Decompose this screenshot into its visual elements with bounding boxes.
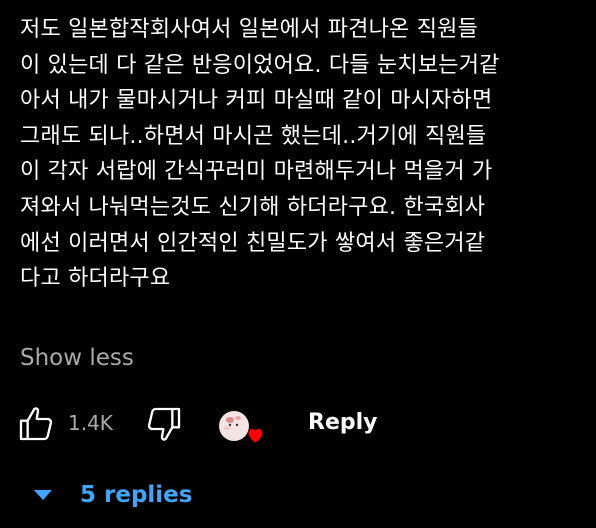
creator-heart-icon bbox=[219, 411, 263, 443]
thumbs-up-icon bbox=[19, 407, 53, 441]
show-less-button[interactable]: Show less bbox=[20, 340, 134, 376]
comment-text: 저도 일본합작회사여서 일본에서 파견나온 직원들 이 있는데 다 같은 반응이… bbox=[20, 17, 500, 292]
reply-button[interactable]: Reply bbox=[308, 406, 378, 440]
like-button[interactable] bbox=[16, 404, 56, 444]
replies-count-label: 5 replies bbox=[80, 482, 193, 508]
comment-action-bar: 1.4K Reply bbox=[0, 400, 596, 448]
creator-heart-badge[interactable] bbox=[216, 406, 264, 448]
thumbs-down-icon bbox=[147, 407, 181, 441]
caret-down-icon bbox=[34, 490, 52, 500]
dislike-button[interactable] bbox=[144, 404, 184, 444]
like-count: 1.4K bbox=[68, 411, 113, 435]
